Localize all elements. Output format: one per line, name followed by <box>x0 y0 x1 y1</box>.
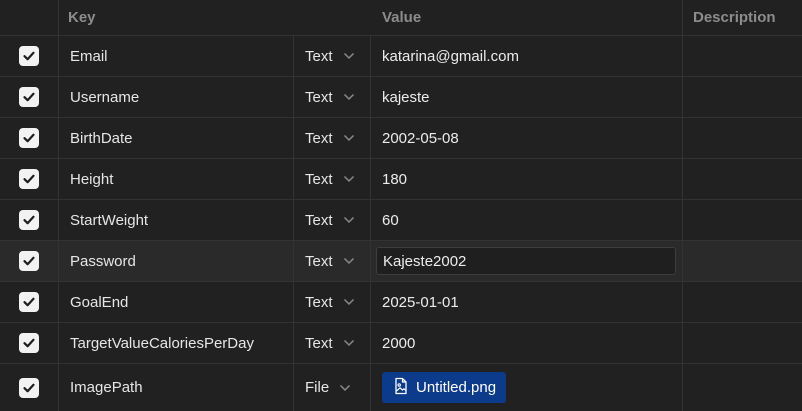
chevron-down-icon <box>343 134 355 142</box>
type-label: File <box>305 379 330 396</box>
table-row: BirthDate Text 2002-05-08 <box>0 118 802 159</box>
row-key[interactable]: ImagePath <box>59 364 293 411</box>
type-dropdown[interactable]: File <box>305 379 351 396</box>
row-checkbox[interactable] <box>19 46 39 66</box>
chevron-down-icon <box>339 384 351 392</box>
type-dropdown[interactable]: Text <box>305 253 355 270</box>
type-label: Text <box>305 47 333 65</box>
check-icon <box>23 383 35 392</box>
check-icon <box>23 174 35 184</box>
row-description[interactable] <box>683 323 802 363</box>
type-dropdown[interactable]: Text <box>305 294 355 311</box>
type-dropdown[interactable]: Text <box>305 48 355 65</box>
header-check-column <box>0 0 59 35</box>
table-row: TargetValueCaloriesPerDay Text 2000 <box>0 323 802 364</box>
row-value[interactable]: kajeste <box>382 89 430 106</box>
row-key[interactable]: BirthDate <box>59 118 293 158</box>
table-row: GoalEnd Text 2025-01-01 <box>0 282 802 323</box>
type-dropdown[interactable]: Text <box>305 130 355 147</box>
type-label: Text <box>305 129 333 147</box>
chevron-down-icon <box>343 257 355 265</box>
check-icon <box>23 51 35 61</box>
table-row: StartWeight Text 60 <box>0 200 802 241</box>
row-key[interactable]: Height <box>59 159 293 199</box>
file-name: Untitled.png <box>416 379 497 396</box>
chevron-down-icon <box>343 216 355 224</box>
type-dropdown[interactable]: Text <box>305 171 355 188</box>
row-description[interactable] <box>683 36 802 76</box>
type-label: Text <box>305 211 333 229</box>
check-icon <box>23 215 35 225</box>
header-value: Value <box>371 0 683 35</box>
row-value[interactable]: 2025-01-01 <box>382 294 459 311</box>
row-key[interactable]: TargetValueCaloriesPerDay <box>59 323 293 363</box>
row-key[interactable]: GoalEnd <box>59 282 293 322</box>
value-input[interactable]: Kajeste2002 <box>376 247 676 275</box>
check-icon <box>23 297 35 307</box>
row-value[interactable]: 2000 <box>382 335 415 352</box>
header-description: Description <box>693 9 776 26</box>
type-dropdown[interactable]: Text <box>305 89 355 106</box>
check-icon <box>23 338 35 348</box>
row-checkbox[interactable] <box>19 169 39 189</box>
type-dropdown[interactable]: Text <box>305 335 355 352</box>
row-checkbox[interactable] <box>19 251 39 271</box>
row-description[interactable] <box>683 364 802 411</box>
row-checkbox[interactable] <box>19 128 39 148</box>
row-value: Kajeste2002 <box>383 252 467 270</box>
row-key[interactable]: Email <box>59 36 293 76</box>
row-description[interactable] <box>683 282 802 322</box>
table-row: ImagePath File Untitled.png <box>0 364 802 411</box>
check-icon <box>23 256 35 266</box>
table-row: Username Text kajeste <box>0 77 802 118</box>
row-key[interactable]: StartWeight <box>59 200 293 240</box>
chevron-down-icon <box>343 52 355 60</box>
table-row: Password Text Kajeste2002 <box>0 241 802 282</box>
type-label: Text <box>305 293 333 311</box>
file-image-icon <box>392 377 410 399</box>
row-description[interactable] <box>683 118 802 158</box>
file-chip[interactable]: Untitled.png <box>382 372 507 403</box>
table-header: Key Value Description <box>0 0 802 36</box>
check-icon <box>23 133 35 143</box>
header-key: Key <box>68 9 96 26</box>
table-row: Height Text 180 <box>0 159 802 200</box>
row-checkbox[interactable] <box>19 377 39 398</box>
row-value[interactable]: 2002-05-08 <box>382 130 459 147</box>
row-checkbox[interactable] <box>19 333 39 353</box>
check-icon <box>23 92 35 102</box>
type-label: Text <box>305 334 333 352</box>
row-description[interactable] <box>683 200 802 240</box>
table-row: Email Text katarina@gmail.com <box>0 36 802 77</box>
row-value[interactable]: 60 <box>382 212 399 229</box>
row-key[interactable]: Password <box>59 241 293 281</box>
type-dropdown[interactable]: Text <box>305 212 355 229</box>
row-checkbox[interactable] <box>19 210 39 230</box>
chevron-down-icon <box>343 298 355 306</box>
row-checkbox[interactable] <box>19 292 39 312</box>
row-value[interactable]: 180 <box>382 171 407 188</box>
row-description[interactable] <box>683 159 802 199</box>
params-table: Key Value Description Email Text katarin… <box>0 0 802 411</box>
type-label: Text <box>305 252 333 270</box>
chevron-down-icon <box>343 93 355 101</box>
row-value[interactable]: katarina@gmail.com <box>382 48 519 65</box>
chevron-down-icon <box>343 339 355 347</box>
type-label: Text <box>305 88 333 106</box>
row-key[interactable]: Username <box>59 77 293 117</box>
row-checkbox[interactable] <box>19 87 39 107</box>
row-description[interactable] <box>683 77 802 117</box>
row-description[interactable] <box>683 241 802 281</box>
chevron-down-icon <box>343 175 355 183</box>
type-label: Text <box>305 170 333 188</box>
